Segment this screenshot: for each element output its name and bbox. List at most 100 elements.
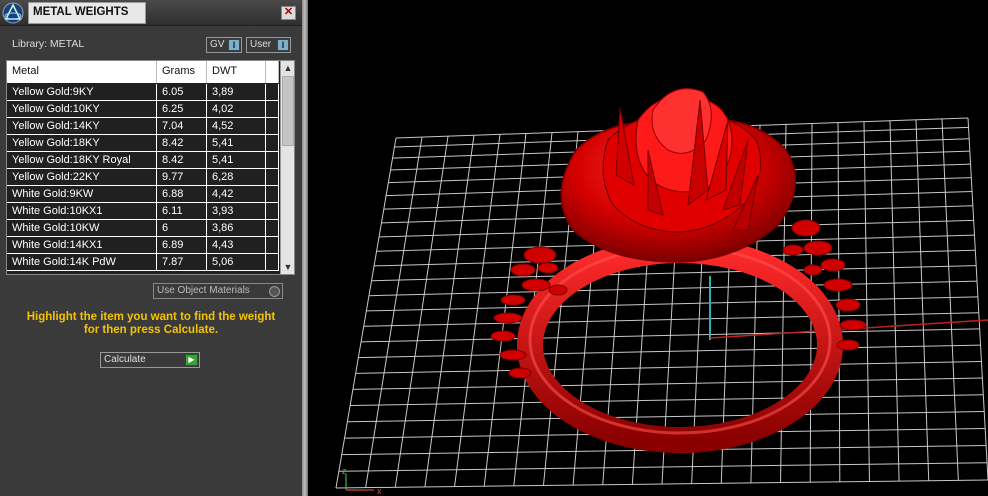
table-row[interactable]: White Gold:14K PdW 7.87 5,06 bbox=[7, 254, 279, 271]
row-spacer-cell bbox=[266, 169, 279, 185]
rose-top bbox=[560, 88, 797, 263]
user-button-label: User bbox=[250, 39, 272, 50]
dwt-cell: 5,06 bbox=[207, 254, 266, 270]
row-spacer-cell bbox=[266, 135, 279, 151]
grid-line bbox=[454, 134, 501, 487]
table-row[interactable]: White Gold:10KX1 6.11 3,93 bbox=[7, 203, 279, 220]
table-row[interactable]: White Gold:14KX1 6.89 4,43 bbox=[7, 237, 279, 254]
table-row[interactable]: Yellow Gold:10KY 6.25 4,02 bbox=[7, 101, 279, 118]
metal-cell: Yellow Gold:14KY bbox=[7, 118, 157, 134]
table-row-cutoff bbox=[7, 271, 279, 274]
radio-icon[interactable] bbox=[269, 286, 280, 297]
grid-line bbox=[863, 121, 870, 482]
axis-x-label: x bbox=[377, 486, 382, 496]
table-row[interactable]: Yellow Gold:14KY 7.04 4,52 bbox=[7, 118, 279, 135]
grid-line bbox=[889, 120, 900, 482]
axis-z-label: z bbox=[342, 466, 347, 476]
row-spacer-cell bbox=[266, 220, 279, 236]
grams-cell: 6.25 bbox=[157, 101, 207, 117]
grams-cell: 8.42 bbox=[157, 152, 207, 168]
ring-model bbox=[490, 88, 867, 453]
row-spacer-cell bbox=[266, 186, 279, 202]
grams-cell: 8.42 bbox=[157, 135, 207, 151]
dwt-cell: 4,43 bbox=[207, 237, 266, 253]
app-logo-icon bbox=[2, 2, 24, 24]
grid-line bbox=[394, 136, 449, 488]
row-spacer-cell bbox=[266, 101, 279, 117]
grid-line bbox=[424, 135, 475, 487]
dwt-cell: 5,41 bbox=[207, 152, 266, 168]
metal-cell: White Gold:10KW bbox=[7, 220, 157, 236]
column-header-metal[interactable]: Metal bbox=[7, 61, 157, 83]
library-gv-button[interactable]: GV I bbox=[206, 37, 242, 53]
table-row[interactable]: Yellow Gold:18KY Royal 8.42 5,41 bbox=[7, 152, 279, 169]
table-header: Metal Grams DWT bbox=[7, 61, 279, 83]
row-spacer-cell bbox=[266, 118, 279, 134]
3d-viewport[interactable]: z x bbox=[308, 0, 988, 496]
metal-table: Metal Grams DWT Yellow Gold:9KY 6.05 3,89 Y… bbox=[6, 60, 295, 275]
grams-cell: 6.89 bbox=[157, 237, 207, 253]
scroll-down-icon[interactable]: ▼ bbox=[281, 260, 294, 274]
gv-toggle-icon[interactable]: I bbox=[228, 39, 240, 51]
grams-cell: 6.05 bbox=[157, 84, 207, 100]
instruction-line-2: for then press Calculate. bbox=[83, 324, 219, 336]
dwt-cell: 4,52 bbox=[207, 118, 266, 134]
dwt-cell: 3,86 bbox=[207, 220, 266, 236]
table-row[interactable]: Yellow Gold:22KY 9.77 6,28 bbox=[7, 169, 279, 186]
instruction-text: Highlight the item you want to find the … bbox=[10, 311, 292, 337]
dwt-cell: 5,41 bbox=[207, 135, 266, 151]
grams-cell: 6.88 bbox=[157, 186, 207, 202]
user-toggle-icon[interactable]: I bbox=[277, 39, 289, 51]
metal-cell: White Gold:9KW bbox=[7, 186, 157, 202]
table-row[interactable]: White Gold:9KW 6.88 4,42 bbox=[7, 186, 279, 203]
scroll-up-icon[interactable]: ▲ bbox=[281, 61, 294, 75]
table-body: Yellow Gold:9KY 6.05 3,89 Yellow Gold:10KY 6… bbox=[7, 84, 279, 274]
dwt-cell: 4,02 bbox=[207, 101, 266, 117]
ring-band-highlight bbox=[528, 245, 832, 435]
close-icon[interactable]: ✕ bbox=[281, 6, 296, 20]
grid-line bbox=[967, 117, 988, 481]
grams-cell: 9.77 bbox=[157, 169, 207, 185]
table-row[interactable]: Yellow Gold:18KY 8.42 5,41 bbox=[7, 135, 279, 152]
table-scrollbar[interactable]: ▲ ▼ bbox=[280, 61, 294, 274]
panel-title: METAL WEIGHTS bbox=[28, 2, 146, 24]
grid-line bbox=[915, 119, 930, 481]
metal-cell: Yellow Gold:18KY Royal bbox=[7, 152, 157, 168]
grid-line bbox=[365, 137, 423, 488]
viewport-scene: z x bbox=[335, 88, 988, 496]
grams-cell: 6.11 bbox=[157, 203, 207, 219]
metal-cell: White Gold:14K PdW bbox=[7, 254, 157, 270]
play-icon[interactable]: ▶ bbox=[185, 354, 198, 366]
metal-cell: Yellow Gold:10KY bbox=[7, 101, 157, 117]
dwt-cell: 4,42 bbox=[207, 186, 266, 202]
grams-cell: 6 bbox=[157, 220, 207, 236]
dwt-cell: 3,89 bbox=[207, 84, 266, 100]
panel-titlebar: METAL WEIGHTS ✕ bbox=[0, 0, 302, 26]
metal-weights-panel: METAL WEIGHTS ✕ Library: METAL GV I User… bbox=[0, 0, 302, 496]
library-user-button[interactable]: User I bbox=[246, 37, 291, 53]
row-spacer-cell bbox=[266, 237, 279, 253]
grid-line bbox=[941, 118, 959, 481]
calculate-label: Calculate bbox=[104, 354, 146, 365]
column-header-dwt[interactable]: DWT bbox=[207, 61, 266, 83]
metal-cell: Yellow Gold:9KY bbox=[7, 84, 157, 100]
library-label: Library: METAL bbox=[12, 38, 85, 50]
column-header-spacer bbox=[266, 61, 279, 83]
table-row[interactable]: White Gold:10KW 6 3,86 bbox=[7, 220, 279, 237]
row-spacer-cell bbox=[266, 203, 279, 219]
column-header-grams[interactable]: Grams bbox=[157, 61, 207, 83]
instruction-line-1: Highlight the item you want to find the … bbox=[26, 311, 276, 323]
metal-cell: Yellow Gold:18KY bbox=[7, 135, 157, 151]
dwt-cell: 6,28 bbox=[207, 169, 266, 185]
scroll-thumb[interactable] bbox=[282, 76, 294, 146]
grams-cell: 7.87 bbox=[157, 254, 207, 270]
row-spacer-cell bbox=[266, 152, 279, 168]
metal-cell: White Gold:14KX1 bbox=[7, 237, 157, 253]
table-row[interactable]: Yellow Gold:9KY 6.05 3,89 bbox=[7, 84, 279, 101]
calculate-button[interactable]: Calculate ▶ bbox=[100, 352, 200, 368]
grid-line bbox=[335, 137, 397, 489]
use-object-materials-label: Use Object Materials bbox=[157, 285, 250, 296]
dwt-cell: 3,93 bbox=[207, 203, 266, 219]
use-object-materials-toggle[interactable]: Use Object Materials bbox=[153, 283, 283, 299]
grams-cell: 7.04 bbox=[157, 118, 207, 134]
